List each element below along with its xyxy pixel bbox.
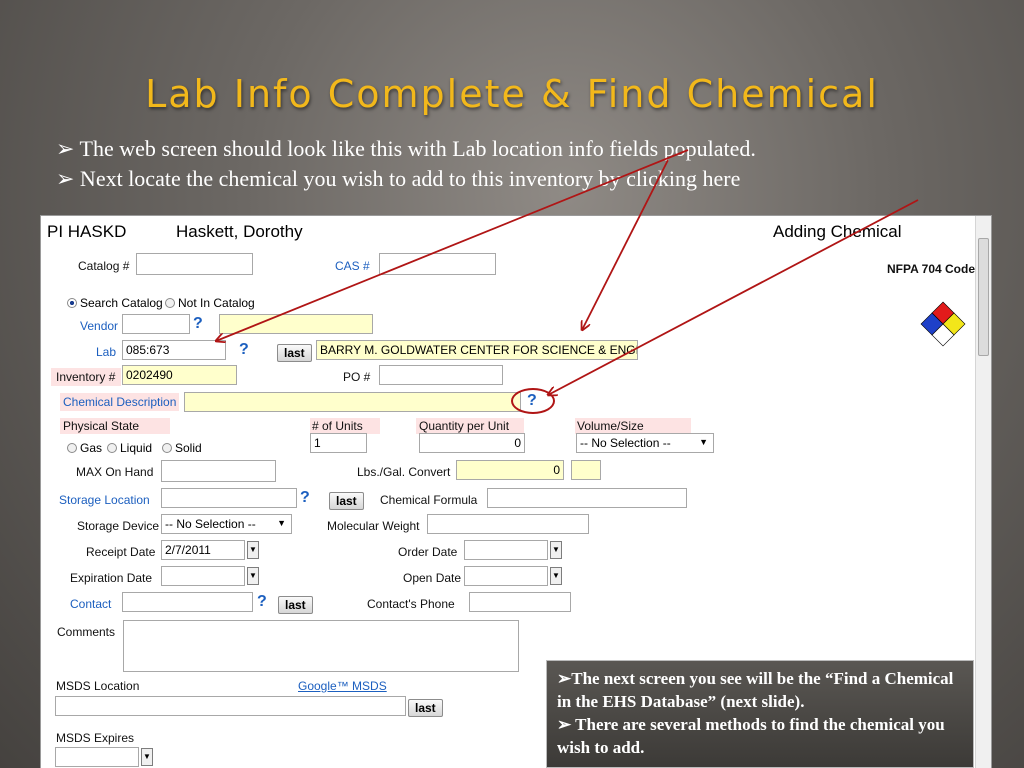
note-line-1: ➢The next screen you see will be the “Fi… [557, 669, 954, 711]
arrow-to-lab [216, 149, 689, 341]
note-line-2: ➢ There are several methods to find the … [557, 715, 945, 757]
callout-arrows [0, 149, 919, 768]
next-screen-note: ➢The next screen you see will be the “Fi… [546, 660, 974, 768]
arrow-to-building [582, 159, 669, 330]
arrow-to-chemical-help [548, 199, 919, 395]
